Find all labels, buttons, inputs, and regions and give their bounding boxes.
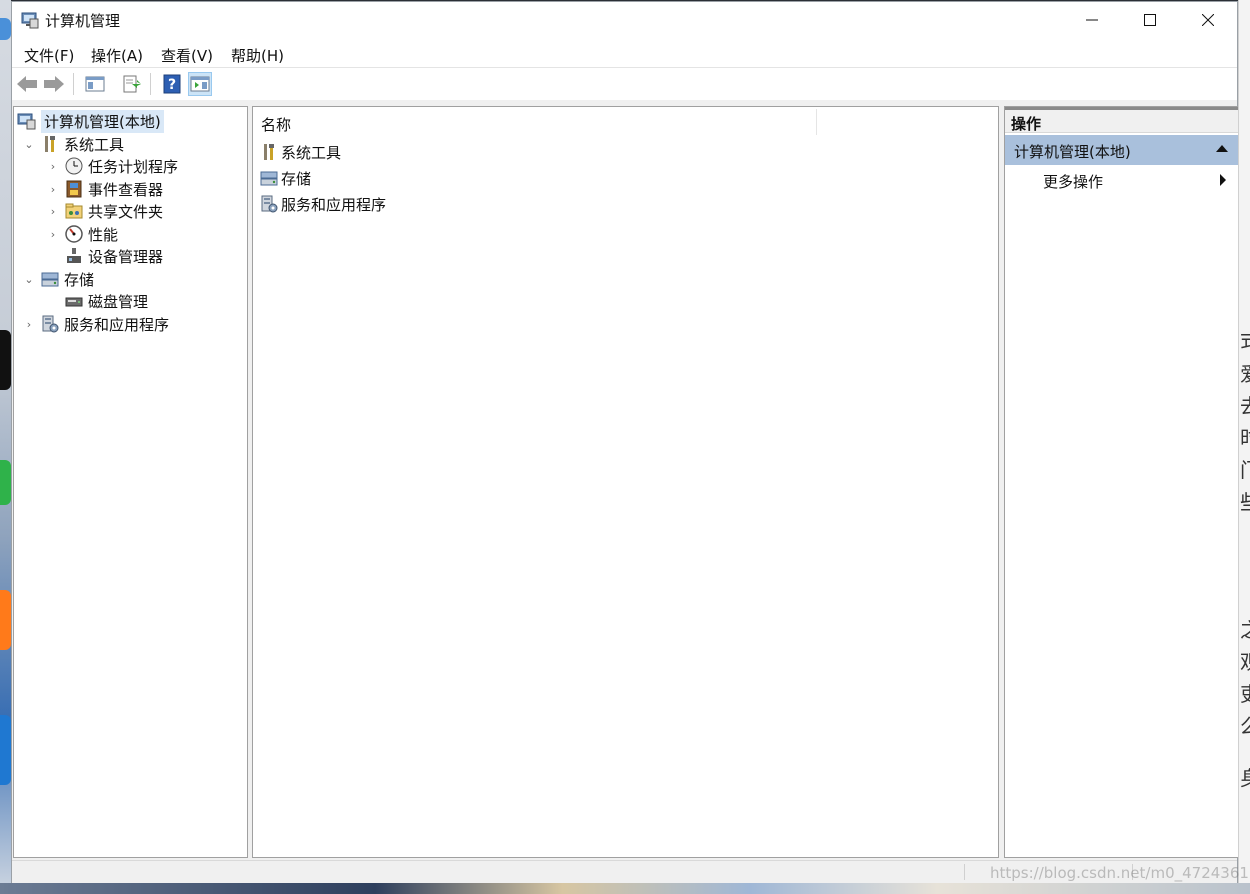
expand-icon[interactable]: ›: [46, 160, 60, 173]
services-icon: [259, 194, 279, 214]
list-item-system-tools[interactable]: 系统工具: [259, 140, 341, 164]
actions-pane: 操作 计算机管理(本地) 更多操作: [1004, 106, 1238, 858]
svg-text:?: ?: [168, 77, 176, 93]
show-hide-action-pane-button[interactable]: [188, 72, 212, 96]
work-area: 计算机管理(本地) ⌄ 系统工具 › 任务计划程序 › 事件查看器 › 共享文件…: [12, 100, 1238, 860]
tree-label: 计算机管理(本地): [41, 109, 164, 133]
tree-item-shared-folders[interactable]: › 共享文件夹: [46, 200, 163, 222]
disk-icon: [64, 291, 84, 311]
collapse-triangle-icon[interactable]: [1216, 145, 1228, 152]
expand-icon[interactable]: ›: [46, 228, 60, 241]
toolbar-separator: [150, 73, 151, 95]
menu-bar: 文件(F) 操作(A) 查看(V) 帮助(H): [12, 39, 1237, 67]
expand-icon[interactable]: ›: [46, 183, 60, 196]
event-viewer-icon: [64, 179, 84, 199]
tools-icon: [259, 142, 279, 162]
tree-item-root[interactable]: 计算机管理(本地): [17, 109, 164, 133]
export-list-button[interactable]: [120, 72, 144, 96]
list-item-services-applications[interactable]: 服务和应用程序: [259, 192, 386, 216]
expand-icon[interactable]: ›: [22, 318, 36, 331]
desktop-right-strip: 式 爱 去 时 门 些 之 观 吏 么 身: [1238, 0, 1250, 894]
actions-title: 操作: [1011, 115, 1042, 133]
navigation-tree: 计算机管理(本地) ⌄ 系统工具 › 任务计划程序 › 事件查看器 › 共享文件…: [13, 106, 248, 858]
watermark: https://blog.csdn.net/m0_47243617: [990, 864, 1250, 882]
tree-item-disk-management[interactable]: 磁盘管理: [46, 290, 148, 312]
collapse-icon[interactable]: ⌄: [22, 138, 36, 151]
expand-icon[interactable]: ›: [46, 205, 60, 218]
actions-header: 操作: [1005, 107, 1238, 133]
menu-file[interactable]: 文件(F): [22, 43, 76, 68]
forward-button[interactable]: [42, 72, 66, 96]
tree-item-services-applications[interactable]: › 服务和应用程序: [22, 313, 169, 335]
computer-management-window: 计算机管理 文件(F) 操作(A) 查看(V) 帮助(H) ? 计算机管理(本地…: [11, 1, 1238, 883]
taskbar-strip: [0, 883, 1250, 894]
action-more-actions[interactable]: 更多操作: [1005, 167, 1238, 193]
device-manager-icon: [64, 246, 84, 266]
minimize-icon: [1086, 19, 1098, 21]
storage-icon: [259, 168, 279, 188]
column-header-name[interactable]: 名称: [261, 114, 291, 135]
close-button[interactable]: [1179, 2, 1237, 38]
actions-section-computer-management[interactable]: 计算机管理(本地): [1005, 135, 1238, 165]
tree-item-event-viewer[interactable]: › 事件查看器: [46, 178, 163, 200]
menu-view[interactable]: 查看(V): [159, 43, 215, 68]
collapse-icon[interactable]: ⌄: [22, 273, 36, 286]
tree-item-device-manager[interactable]: 设备管理器: [46, 245, 163, 267]
tools-icon: [40, 134, 60, 154]
show-hide-tree-icon: [85, 76, 105, 92]
maximize-button[interactable]: [1121, 2, 1179, 38]
storage-icon: [40, 269, 60, 289]
clock-icon: [64, 156, 84, 176]
submenu-arrow-icon: [1220, 174, 1226, 186]
performance-icon: [64, 224, 84, 244]
toolbar-separator: [73, 73, 74, 95]
minimize-button[interactable]: [1063, 2, 1121, 38]
tree-item-performance[interactable]: › 性能: [46, 223, 118, 245]
close-icon: [1202, 14, 1214, 26]
content-list: 名称 系统工具 存储 服务和应用程序: [252, 106, 999, 858]
export-list-icon: [123, 75, 141, 93]
column-divider[interactable]: [816, 109, 817, 135]
status-divider: [964, 864, 965, 880]
help-button[interactable]: ?: [160, 72, 184, 96]
menu-help[interactable]: 帮助(H): [229, 43, 286, 68]
back-button[interactable]: [15, 72, 39, 96]
computer-management-icon: [21, 11, 39, 29]
window-title: 计算机管理: [45, 12, 121, 30]
show-hide-tree-button[interactable]: [83, 72, 107, 96]
actions-section-label: 计算机管理(本地): [1014, 143, 1131, 161]
help-icon: ?: [163, 74, 181, 94]
services-icon: [40, 314, 60, 334]
show-hide-action-pane-icon: [190, 76, 210, 92]
back-arrow-icon: [17, 76, 37, 92]
desktop-left-strip: [0, 0, 11, 894]
menu-action[interactable]: 操作(A): [89, 43, 145, 68]
shared-folder-icon: [64, 201, 84, 221]
tree-item-storage[interactable]: ⌄ 存储: [22, 268, 94, 290]
computer-management-icon: [17, 111, 37, 131]
tree-item-system-tools[interactable]: ⌄ 系统工具: [22, 133, 124, 155]
forward-arrow-icon: [44, 76, 64, 92]
action-label: 更多操作: [1043, 173, 1104, 191]
maximize-icon: [1144, 14, 1156, 26]
list-header: 名称: [253, 107, 998, 138]
tree-item-task-scheduler[interactable]: › 任务计划程序: [46, 155, 178, 177]
title-bar: 计算机管理: [12, 2, 1237, 38]
list-item-storage[interactable]: 存储: [259, 166, 311, 190]
toolbar: ?: [12, 67, 1237, 101]
